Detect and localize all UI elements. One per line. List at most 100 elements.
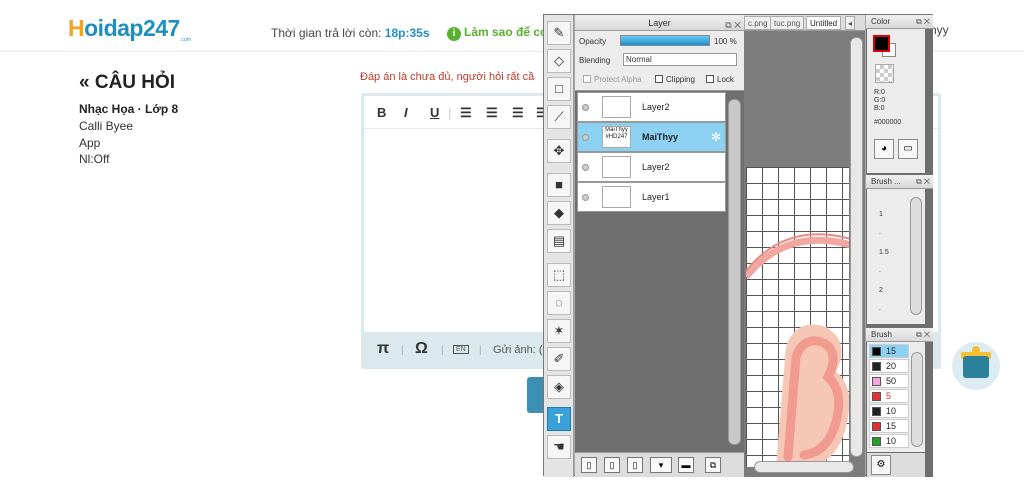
brush-color-swatch: [872, 362, 881, 371]
brush-preset[interactable]: 15: [869, 344, 909, 358]
brush-preset[interactable]: 10: [869, 434, 909, 448]
bold-button[interactable]: B: [377, 105, 386, 120]
align-left-icon[interactable]: ☰: [460, 105, 472, 121]
clipping-label: Clipping: [666, 75, 695, 84]
rectangle-tool-icon[interactable]: □: [547, 77, 571, 101]
layer-menu-icon[interactable]: ▾: [650, 457, 672, 473]
question-subject: Nhạc Họa · Lớp 8: [79, 102, 179, 116]
canvas-area[interactable]: c.png tuc.png Untitled ◂: [744, 15, 865, 477]
site-logo[interactable]: Hoidap247: [68, 15, 180, 42]
lock-checkbox[interactable]: Lock: [706, 75, 734, 84]
math-pi-button[interactable]: π: [377, 340, 389, 358]
protect-alpha-checkbox[interactable]: Protect Alpha: [583, 75, 642, 84]
folder-icon[interactable]: ▬: [678, 457, 694, 473]
brush-size-option[interactable]: 2: [879, 287, 883, 294]
brush-preset[interactable]: 50: [869, 374, 909, 388]
new-layer-2-icon[interactable]: ▯: [604, 457, 620, 473]
foreground-color-swatch[interactable]: [873, 35, 890, 52]
gift-icon[interactable]: [952, 342, 1000, 390]
tab-bar: c.png tuc.png Untitled ◂: [744, 15, 865, 31]
panel-close-icon[interactable]: ⧉ ✕: [916, 175, 930, 189]
brush-preset[interactable]: 15: [869, 419, 909, 433]
eraser-tool-icon[interactable]: ◇: [547, 49, 571, 73]
layer-row[interactable]: Layer2: [577, 92, 726, 122]
canvas-grid[interactable]: [744, 167, 852, 467]
brush-size-option[interactable]: .: [879, 229, 881, 236]
hand-tool-icon[interactable]: ☚: [547, 435, 571, 459]
lasso-tool-icon[interactable]: ◌: [547, 291, 571, 315]
select-pen-tool-icon[interactable]: ✐: [547, 347, 571, 371]
merge-layer-icon[interactable]: ⧉: [705, 457, 721, 473]
layer-row[interactable]: Layer2: [577, 152, 726, 182]
help-link[interactable]: i Làm sao để có: [447, 25, 547, 41]
tab-untitled[interactable]: Untitled: [806, 16, 842, 30]
panel-close-icon[interactable]: ⧉ ✕: [916, 15, 930, 29]
fill-rect-tool-icon[interactable]: ■: [547, 173, 571, 197]
layer-panel: Layer ⧉ ✕ Opacity 100 % Blending Normal P…: [575, 15, 744, 477]
opacity-value: 100 %: [714, 37, 737, 46]
duplicate-layer-icon[interactable]: ▯: [627, 457, 643, 473]
layer-panel-title: Layer ⧉ ✕: [575, 15, 744, 31]
brush-settings-icon[interactable]: ⚙: [871, 455, 891, 475]
brush-size-option[interactable]: 1.5: [879, 249, 889, 256]
new-layer-icon[interactable]: ▯: [581, 457, 597, 473]
layer-row[interactable]: Layer1: [577, 182, 726, 212]
layer-visibility-icon[interactable]: [582, 164, 589, 171]
brush-size-scrollbar[interactable]: [910, 197, 922, 315]
gear-icon[interactable]: ✻: [711, 130, 721, 144]
brush-preset[interactable]: 5: [869, 389, 909, 403]
tab-file[interactable]: c.png: [744, 16, 772, 30]
color-title-text: Color: [871, 17, 891, 26]
transparent-swatch[interactable]: [875, 64, 894, 83]
brush-size-option[interactable]: .: [879, 267, 881, 274]
brush-list-scrollbar[interactable]: [911, 352, 923, 447]
checkbox-box: [706, 75, 714, 83]
keyboard-en-button[interactable]: EN: [453, 345, 469, 354]
blending-select[interactable]: Normal: [623, 53, 737, 66]
color-panel-title: Color ⧉ ✕: [866, 15, 933, 29]
layer-visibility-icon[interactable]: [582, 134, 589, 141]
select-eraser-tool-icon[interactable]: ◈: [547, 375, 571, 399]
layer-visibility-icon[interactable]: [582, 104, 589, 111]
upload-image-label[interactable]: Gửi ảnh: (: [493, 344, 543, 356]
palette-icon[interactable]: ◕: [874, 139, 894, 159]
text-tool-icon[interactable]: T: [547, 407, 571, 431]
layer-name: Layer2: [642, 102, 670, 112]
layer-row-selected[interactable]: MaiThyy #HD247 MaiThyy ✻: [577, 122, 726, 152]
layer-scrollbar[interactable]: [728, 99, 741, 445]
brush-size-option[interactable]: 1: [879, 211, 883, 218]
bucket-tool-icon[interactable]: ◆: [547, 201, 571, 225]
opacity-slider[interactable]: [620, 35, 710, 46]
layer-name: Layer1: [642, 192, 670, 202]
gradient-tool-icon[interactable]: ▤: [547, 229, 571, 253]
panel-close-icon[interactable]: ⧉ ✕: [916, 328, 930, 342]
brush-color-swatch: [872, 392, 881, 401]
brush-tool-icon[interactable]: ✎: [547, 21, 571, 45]
move-tool-icon[interactable]: ✥: [547, 139, 571, 163]
brush-list: 15 20 50 5 10 15 10: [867, 342, 925, 452]
color-picker-icon[interactable]: ▭: [898, 139, 918, 159]
layer-list: Layer2 MaiThyy #HD247 MaiThyy ✻ Layer2 L…: [577, 92, 726, 212]
layer-visibility-icon[interactable]: [582, 194, 589, 201]
underline-button[interactable]: U: [430, 105, 439, 120]
brush-size-panel-title: Brush ... ⧉ ✕: [866, 175, 933, 189]
brush-preset[interactable]: 20: [869, 359, 909, 373]
tab-scroll-left-icon[interactable]: ◂: [845, 16, 856, 30]
brush-size-panel: 1 . 1.5 . 2 .: [867, 189, 925, 324]
tab-file[interactable]: tuc.png: [770, 16, 805, 30]
brush-size-option[interactable]: .: [879, 305, 881, 312]
clipping-checkbox[interactable]: Clipping: [655, 75, 695, 84]
line-tool-icon[interactable]: ⟋: [547, 105, 571, 129]
italic-button[interactable]: I: [404, 105, 408, 120]
brush-preset[interactable]: 10: [869, 404, 909, 418]
select-rect-tool-icon[interactable]: ⬚: [547, 263, 571, 287]
right-panels: Color ⧉ ✕ R:0 G:0 B:0 #000000 ◕ ▭ Brush .…: [866, 15, 933, 477]
info-icon: i: [447, 27, 461, 41]
canvas-vertical-scrollbar[interactable]: [850, 37, 863, 457]
canvas-horizontal-scrollbar[interactable]: [754, 461, 854, 473]
align-center-icon[interactable]: ☰: [486, 105, 498, 121]
layer-thumbnail: [602, 156, 631, 178]
symbol-omega-button[interactable]: Ω: [415, 340, 428, 358]
magic-wand-tool-icon[interactable]: ✶: [547, 319, 571, 343]
align-right-icon[interactable]: ☰: [512, 105, 524, 121]
